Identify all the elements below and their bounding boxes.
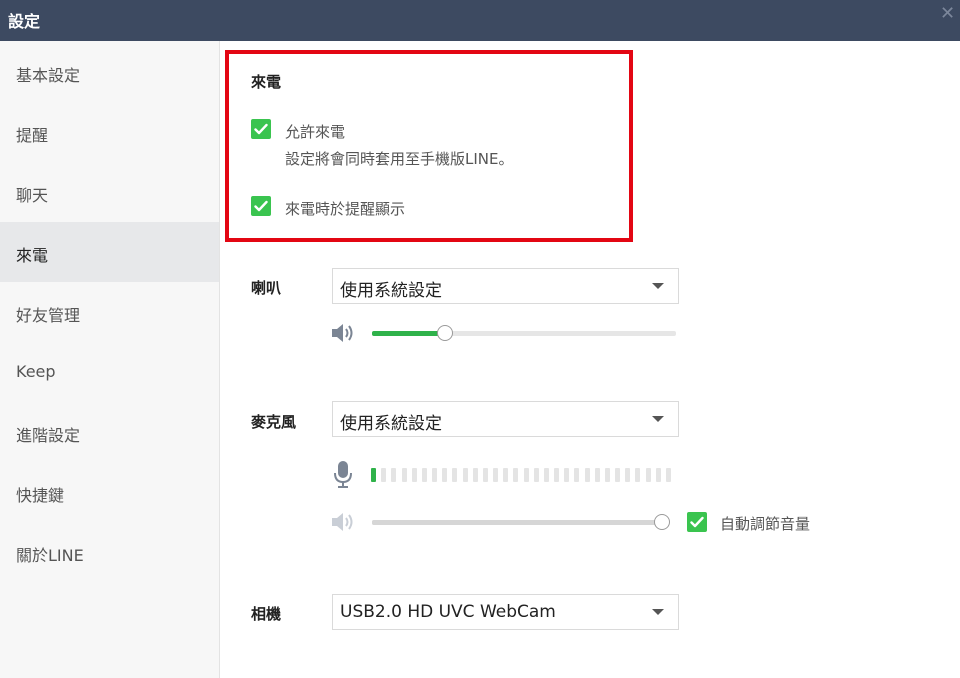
mic-level-segment xyxy=(564,468,570,482)
speaker-select[interactable]: 使用系統設定 xyxy=(332,268,679,304)
allow-calls-checkbox[interactable] xyxy=(251,119,271,139)
speaker-selected-value: 使用系統設定 xyxy=(340,281,442,301)
microphone-volume-handle[interactable] xyxy=(654,514,670,530)
mic-level-segment xyxy=(533,468,539,482)
sidebar-item-shortcuts[interactable]: 快捷鍵 xyxy=(0,462,219,522)
sidebar-item-label: 來電 xyxy=(16,246,49,265)
camera-selected-value: USB2.0 HD UVC WebCam xyxy=(340,602,556,622)
mic-level-segment xyxy=(543,468,549,482)
sidebar-item-label: 關於LINE xyxy=(16,546,84,565)
microphone-volume-fill xyxy=(372,520,662,525)
chevron-down-icon xyxy=(652,283,664,289)
mic-level-segment xyxy=(604,468,610,482)
auto-adjust-volume-checkbox[interactable] xyxy=(687,512,707,532)
notify-on-call-label: 來電時於提醒顯示 xyxy=(285,200,406,218)
sidebar-item-calls[interactable]: 來電 xyxy=(0,222,219,282)
sidebar-item-friends[interactable]: 好友管理 xyxy=(0,282,219,342)
calls-settings-panel: 來電 允許來電 設定將會同時套用至手機版LINE。 來電時於提醒顯示 喇叭 使用… xyxy=(220,41,960,678)
mic-level-segment xyxy=(665,468,671,482)
mic-level-segment xyxy=(645,468,651,482)
auto-adjust-volume-label: 自動調節音量 xyxy=(720,515,811,533)
mic-level-segment xyxy=(472,468,478,482)
mic-level-segment xyxy=(482,468,488,482)
chevron-down-icon xyxy=(652,609,664,615)
mic-level-segment xyxy=(635,468,641,482)
sidebar-item-label: 聊天 xyxy=(16,186,49,205)
sidebar-item-label: 進階設定 xyxy=(16,426,81,445)
microphone-level-meter xyxy=(371,468,676,482)
sidebar-item-label: 快捷鍵 xyxy=(16,486,65,505)
mic-level-segment xyxy=(584,468,590,482)
allow-calls-label: 允許來電 xyxy=(285,123,346,141)
mic-level-segment xyxy=(442,468,448,482)
speaker-volume-slider[interactable] xyxy=(372,331,676,336)
window-title: 設定 xyxy=(8,12,41,31)
sidebar-item-advanced[interactable]: 進階設定 xyxy=(0,402,219,462)
sidebar-item-chats[interactable]: 聊天 xyxy=(0,162,219,222)
mic-level-segment xyxy=(625,468,631,482)
sidebar-item-notifications[interactable]: 提醒 xyxy=(0,102,219,162)
close-icon[interactable]: ✕ xyxy=(940,5,955,23)
mic-level-segment xyxy=(401,468,407,482)
mic-level-segment-active xyxy=(371,468,376,482)
mic-level-segment xyxy=(503,468,509,482)
sidebar-item-label: 提醒 xyxy=(16,126,49,145)
mic-level-segment xyxy=(513,468,519,482)
speaker-label: 喇叭 xyxy=(251,279,282,297)
settings-sidebar: 基本設定 提醒 聊天 來電 好友管理 Keep 進階設定 快捷鍵 關於LINE xyxy=(0,41,220,678)
microphone-icon xyxy=(333,460,353,494)
checkmark-icon xyxy=(254,123,268,135)
camera-select[interactable]: USB2.0 HD UVC WebCam xyxy=(332,594,679,630)
sidebar-item-label: 好友管理 xyxy=(16,306,81,325)
speaker-muted-icon xyxy=(331,511,357,537)
speaker-volume-fill xyxy=(372,331,445,336)
mic-level-segment xyxy=(523,468,529,482)
microphone-label: 麥克風 xyxy=(251,413,297,431)
mic-level-segment xyxy=(493,468,498,482)
mic-level-segment xyxy=(411,468,417,482)
camera-label: 相機 xyxy=(251,605,282,623)
sidebar-item-basic[interactable]: 基本設定 xyxy=(0,42,219,102)
sidebar-item-label: Keep xyxy=(16,362,56,381)
microphone-selected-value: 使用系統設定 xyxy=(340,414,442,434)
checkmark-icon xyxy=(690,516,704,528)
sidebar-item-about[interactable]: 關於LINE xyxy=(0,522,219,582)
title-bar: 設定 ✕ xyxy=(0,0,960,41)
mic-level-segment xyxy=(462,468,468,482)
chevron-down-icon xyxy=(652,416,664,422)
calls-section-title: 來電 xyxy=(251,73,282,91)
mic-level-segment xyxy=(452,468,458,482)
sidebar-item-keep[interactable]: Keep xyxy=(0,342,219,402)
speaker-volume-handle[interactable] xyxy=(436,325,453,341)
sidebar-item-label: 基本設定 xyxy=(16,66,81,85)
notify-on-call-checkbox[interactable] xyxy=(251,196,271,216)
mic-level-segment xyxy=(381,468,387,482)
mic-level-segment xyxy=(421,468,427,482)
allow-calls-note: 設定將會同時套用至手機版LINE。 xyxy=(285,150,514,168)
mic-level-segment xyxy=(432,468,437,482)
microphone-select[interactable]: 使用系統設定 xyxy=(332,401,679,437)
mic-level-segment xyxy=(655,468,661,482)
mic-level-segment xyxy=(594,468,600,482)
mic-level-segment xyxy=(391,468,397,482)
microphone-volume-slider[interactable] xyxy=(372,520,662,525)
mic-level-segment xyxy=(615,468,620,482)
mic-level-segment xyxy=(554,468,559,482)
checkmark-icon xyxy=(254,200,268,212)
mic-level-segment xyxy=(574,468,580,482)
speaker-icon xyxy=(331,322,357,348)
